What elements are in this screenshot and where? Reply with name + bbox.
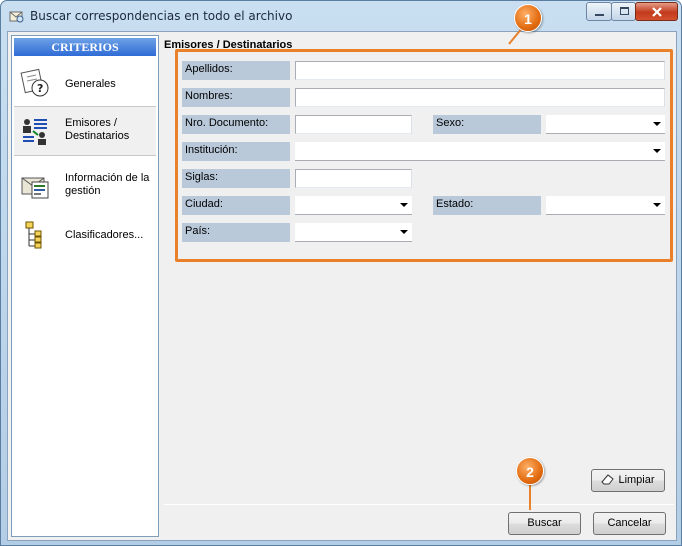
- svg-text:?: ?: [37, 82, 43, 95]
- envelope-search-icon: [9, 11, 24, 23]
- close-button[interactable]: [635, 2, 678, 21]
- callout-2-badge: 2: [516, 457, 544, 485]
- close-icon: [652, 7, 662, 17]
- nombres-input[interactable]: [295, 88, 665, 107]
- pais-label-text: País:: [185, 225, 211, 237]
- nombres-label-text: Nombres:: [185, 90, 233, 102]
- window-title: Buscar correspondencias en todo el archi…: [30, 9, 293, 23]
- siglas-input[interactable]: [295, 169, 412, 188]
- sexo-select[interactable]: [546, 115, 665, 134]
- criteria-item-emisores[interactable]: Emisores / Destinatarios: [14, 106, 156, 156]
- criteria-label-emisores: Emisores / Destinatarios: [65, 117, 130, 142]
- siglas-label: Siglas:: [182, 169, 290, 188]
- tree-hierarchy-icon: [25, 221, 42, 249]
- institucion-label: Institución:: [182, 142, 290, 161]
- form-document-icon: [21, 177, 49, 199]
- callout-1-badge: 1: [514, 4, 542, 32]
- button-separator: [164, 504, 674, 505]
- institucion-label-text: Institución:: [185, 144, 238, 156]
- sexo-label: Sexo:: [433, 115, 541, 134]
- chevron-down-icon: [653, 203, 661, 207]
- criteria-label-generales: Generales: [65, 78, 116, 90]
- chevron-down-icon: [653, 122, 661, 126]
- criteria-label-clasificadores: Clasificadores...: [65, 229, 144, 241]
- chevron-down-icon: [400, 203, 408, 207]
- chevron-down-icon: [653, 149, 661, 153]
- sexo-label-text: Sexo:: [436, 117, 465, 129]
- limpiar-button[interactable]: Limpiar: [591, 469, 665, 492]
- pais-select[interactable]: [295, 223, 412, 242]
- title-bar[interactable]: Buscar correspondencias en todo el archi…: [1, 1, 681, 31]
- institucion-select[interactable]: [295, 142, 665, 161]
- ciudad-label: Ciudad:: [182, 196, 290, 215]
- buscar-button[interactable]: Buscar: [508, 512, 581, 535]
- nro-documento-label: Nro. Documento:: [182, 115, 290, 134]
- apellidos-input[interactable]: [295, 61, 665, 80]
- people-list-icon: [23, 119, 47, 145]
- chevron-down-icon: [400, 230, 408, 234]
- minimize-icon: [595, 14, 604, 16]
- search-window: Buscar correspondencias en todo el archi…: [0, 0, 682, 546]
- minimize-button[interactable]: [586, 2, 612, 21]
- criteria-item-informacion[interactable]: Información de la gestión: [14, 162, 156, 206]
- criteria-item-clasificadores[interactable]: Clasificadores...: [14, 214, 156, 256]
- window-client-area: CRITERIOS ? Generales Emisores / Destina…: [7, 31, 677, 541]
- cancelar-label: Cancelar: [607, 517, 652, 529]
- criteria-panel: CRITERIOS ? Generales Emisores / Destina…: [11, 35, 159, 537]
- apellidos-label: Apellidos:: [182, 61, 290, 80]
- apellidos-label-text: Apellidos:: [185, 63, 233, 75]
- pais-label: País:: [182, 223, 290, 242]
- ciudad-label-text: Ciudad:: [185, 198, 223, 210]
- criteria-item-generales[interactable]: ? Generales: [14, 62, 156, 104]
- estado-label-text: Estado:: [436, 198, 474, 210]
- ciudad-select[interactable]: [295, 196, 412, 215]
- criteria-header: CRITERIOS: [14, 38, 156, 56]
- buscar-label: Buscar: [527, 517, 562, 529]
- nombres-label: Nombres:: [182, 88, 290, 107]
- criteria-label-informacion: Información de la gestión: [65, 172, 150, 197]
- eraser-icon: [601, 474, 615, 485]
- question-document-icon: ?: [20, 68, 49, 97]
- estado-select[interactable]: [546, 196, 665, 215]
- limpiar-label: Limpiar: [618, 474, 655, 486]
- nro-documento-input[interactable]: [295, 115, 412, 134]
- maximize-icon: [620, 7, 629, 15]
- cancelar-button[interactable]: Cancelar: [593, 512, 666, 535]
- estado-label: Estado:: [433, 196, 541, 215]
- siglas-label-text: Siglas:: [185, 171, 219, 183]
- nro-documento-label-text: Nro. Documento:: [185, 117, 269, 129]
- maximize-button[interactable]: [611, 2, 636, 21]
